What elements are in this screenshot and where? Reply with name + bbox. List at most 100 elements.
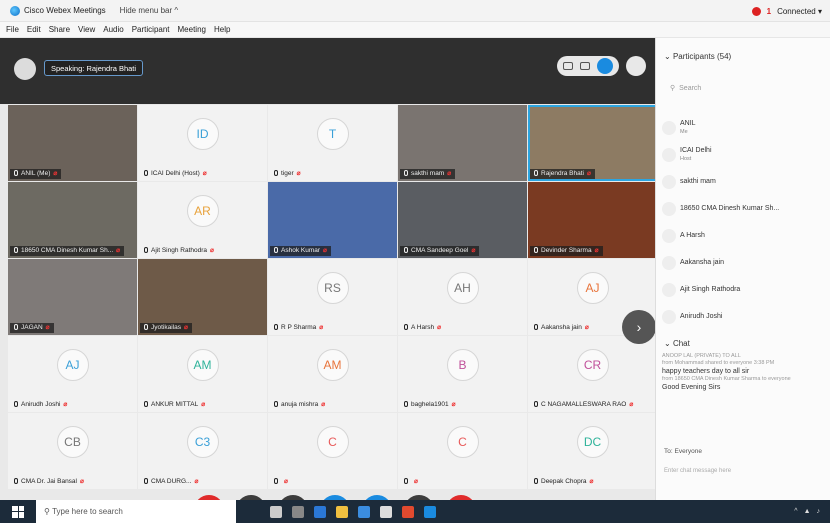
muted-icon: ⌀	[53, 170, 58, 177]
taskbar-search[interactable]: ⚲ Type here to search	[36, 500, 236, 523]
participant-list-item[interactable]: Aakansha jain	[662, 253, 822, 273]
participant-tile[interactable]: ID ICAI Delhi (Host) ⌀	[138, 105, 267, 181]
participant-nameplate: CMA DURG... ⌀	[140, 477, 202, 487]
participant-tile[interactable]: Rajendra Bhati ⌀	[528, 105, 657, 181]
windows-start-icon[interactable]	[12, 505, 24, 518]
participant-tile[interactable]: Ttiger ⌀	[268, 105, 397, 181]
layout-switcher[interactable]	[557, 56, 619, 76]
menu-share[interactable]: Share	[49, 25, 70, 34]
menu-view[interactable]: View	[78, 25, 95, 34]
alert-icon[interactable]	[751, 6, 761, 16]
menu-file[interactable]: File	[6, 25, 19, 34]
task-view-icon[interactable]	[270, 505, 282, 518]
taskbar-search-input[interactable]: Type here to search	[52, 507, 123, 516]
muted-icon: ⌀	[201, 401, 206, 408]
active-layout-icon[interactable]	[596, 58, 613, 74]
avatar	[662, 310, 676, 324]
participant-list-item[interactable]: Anirudh Joshi	[662, 307, 822, 327]
participant-search[interactable]: ⚲ Search	[670, 81, 820, 95]
participant-tile[interactable]: Devinder Sharma ⌀	[528, 182, 657, 258]
muted-icon: ⌀	[296, 170, 301, 177]
participant-tile[interactable]: AH A Harsh ⌀	[398, 259, 527, 335]
participant-list-item[interactable]: sakthi mam	[662, 172, 822, 192]
participant-tile[interactable]: CMA Sandeep Goel ⌀	[398, 182, 527, 258]
mic-icon	[534, 478, 538, 484]
participant-tile[interactable]: Jyotikailas ⌀	[138, 259, 267, 335]
participant-list-item[interactable]: Ajit Singh Rathodra	[662, 280, 822, 300]
mic-icon	[404, 170, 408, 176]
participant-nameplate: JAGAN ⌀	[10, 323, 54, 333]
mail-icon[interactable]	[358, 505, 370, 518]
participant-name: Jyotikailas	[151, 324, 181, 331]
participant-name-block: A Harsh	[680, 232, 705, 240]
recipient-select[interactable]: Everyone	[674, 448, 701, 455]
menu-participant[interactable]: Participant	[132, 25, 170, 34]
edge-icon[interactable]	[314, 505, 326, 518]
stage-view-icon[interactable]	[579, 62, 590, 70]
avatar	[662, 283, 676, 297]
volume-icon[interactable]: ♪	[817, 508, 821, 515]
participant-name: CMA Dr. Jai Bansal	[21, 478, 77, 485]
hide-menu-bar-button[interactable]: Hide menu bar ^	[120, 6, 178, 15]
participant-tile[interactable]: CB CMA Dr. Jai Bansal ⌀	[8, 413, 137, 489]
menu-help[interactable]: Help	[214, 25, 230, 34]
participants-header[interactable]: ⌄ Participants (54)	[664, 52, 731, 61]
participant-tile[interactable]: AJ Anirudh Joshi ⌀	[8, 336, 137, 412]
participant-tile[interactable]: RS R P Sharma ⌀	[268, 259, 397, 335]
participant-tile[interactable]: Ashok Kumar ⌀	[268, 182, 397, 258]
participant-tile[interactable]: C ⌀	[398, 413, 527, 489]
participant-name: Aakansha jain	[680, 259, 724, 266]
participant-tile[interactable]: DC Deepak Chopra ⌀	[528, 413, 657, 489]
participant-list-item[interactable]: 18650 CMA Dinesh Kumar Sh...	[662, 199, 822, 219]
participant-name: Rajendra Bhati	[541, 170, 584, 177]
menu-meeting[interactable]: Meeting	[178, 25, 206, 34]
chat-message-meta: from 18650 CMA Dinesh Kumar Sharma to ev…	[662, 376, 791, 382]
fullscreen-button[interactable]	[626, 56, 646, 76]
participant-nameplate: Rajendra Bhati ⌀	[530, 169, 595, 179]
muted-icon: ⌀	[80, 478, 84, 485]
search-input[interactable]: Search	[679, 85, 701, 92]
participant-tile[interactable]: 18650 CMA Dinesh Kumar Sh... ⌀	[8, 182, 137, 258]
participant-tile[interactable]: C3 CMA DURG... ⌀	[138, 413, 267, 489]
avatar-initials: T	[316, 117, 349, 150]
participant-tile[interactable]: AM anuja mishra ⌀	[268, 336, 397, 412]
grid-view-icon[interactable]	[563, 62, 574, 70]
muted-icon: ⌀	[116, 247, 121, 254]
participant-tile[interactable]: AM ANKUR MITTAL ⌀	[138, 336, 267, 412]
participant-role: Me	[680, 129, 688, 135]
participant-list-item[interactable]: ANIL Me	[662, 118, 822, 138]
chat-recipient[interactable]: To: Everyone	[664, 448, 702, 455]
camera-icon[interactable]	[380, 505, 392, 518]
menu-audio[interactable]: Audio	[103, 25, 123, 34]
chat-header[interactable]: ⌄ Chat	[664, 339, 690, 348]
side-panel: ⌄ Participants (54) ⚲ Search ANIL Me ICAI D…	[655, 38, 830, 500]
participant-tile[interactable]: JAGAN ⌀	[8, 259, 137, 335]
muted-icon: ⌀	[45, 324, 50, 331]
participant-name-block: ANIL Me	[680, 120, 696, 136]
participant-tile[interactable]: ANIL (Me) ⌀	[8, 105, 137, 181]
participant-tile[interactable]: CR C NAGAMALLESWARA RAO ⌀	[528, 336, 657, 412]
chrome-icon[interactable]	[402, 505, 414, 518]
network-icon[interactable]: ▲	[804, 508, 811, 515]
participant-tile[interactable]: sakthi mam ⌀	[398, 105, 527, 181]
participant-tile[interactable]: Bbaghela1901 ⌀	[398, 336, 527, 412]
meeting-info-icon[interactable]	[14, 58, 36, 80]
tray-chevron-icon[interactable]: ^	[794, 508, 797, 515]
file-icon[interactable]	[292, 505, 304, 518]
webex-taskbar-icon[interactable]	[424, 505, 436, 518]
folder-icon[interactable]	[336, 505, 348, 518]
chat-input[interactable]: Enter chat message here	[664, 468, 824, 474]
participant-nameplate: anuja mishra ⌀	[270, 400, 329, 410]
next-page-arrow-icon[interactable]: ›	[622, 310, 656, 344]
mic-icon	[534, 170, 538, 176]
participant-list-item[interactable]: A Harsh	[662, 226, 822, 246]
connected-dropdown[interactable]: Connected ▾	[777, 7, 822, 16]
participant-tile[interactable]: C ⌀	[268, 413, 397, 489]
menu-edit[interactable]: Edit	[27, 25, 41, 34]
muted-icon: ⌀	[447, 170, 452, 177]
participant-list-item[interactable]: ICAI Delhi Host	[662, 145, 822, 165]
search-icon: ⚲	[670, 85, 676, 92]
participant-tile[interactable]: AR Ajit Singh Rathodra ⌀	[138, 182, 267, 258]
avatar-initials: CR	[576, 348, 609, 381]
mic-icon	[404, 478, 408, 484]
